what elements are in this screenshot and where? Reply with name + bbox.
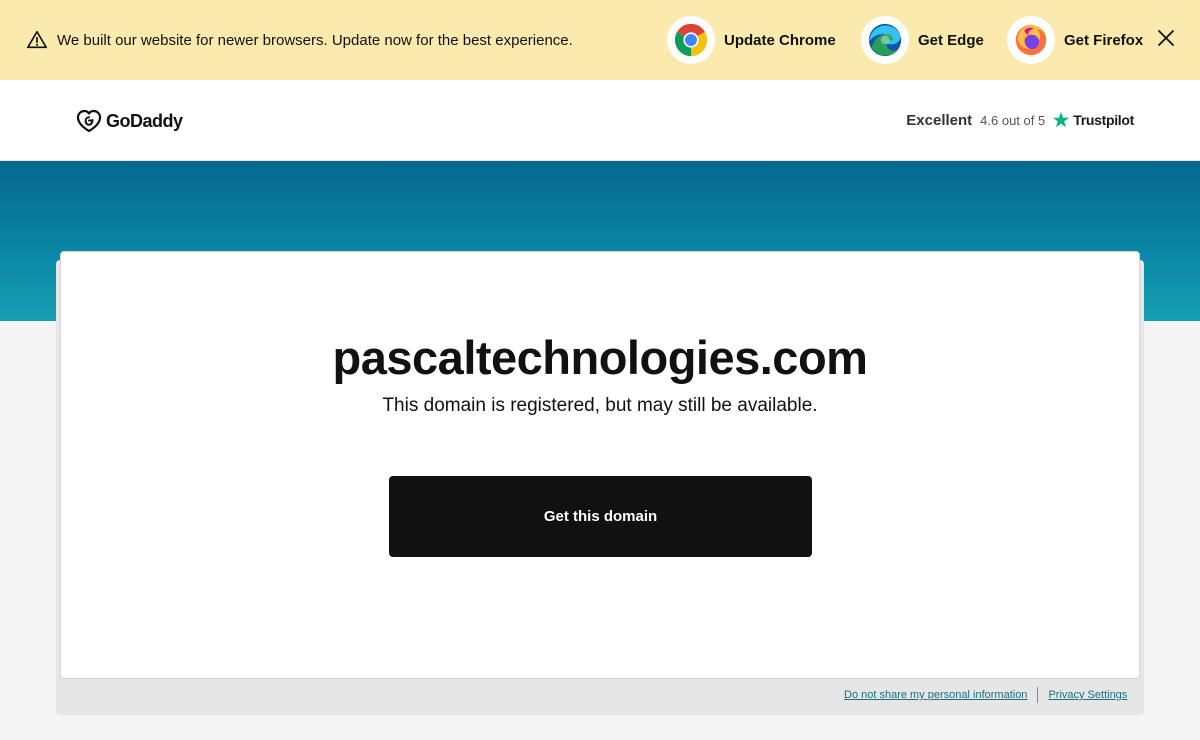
warning-icon <box>27 30 47 49</box>
domain-name: pascaltechnologies.com <box>332 331 868 384</box>
get-edge-button[interactable]: Get Edge <box>861 16 984 64</box>
do-not-share-link[interactable]: Do not share my personal information <box>844 689 1027 701</box>
get-firefox-label: Get Firefox <box>1064 31 1144 49</box>
get-firefox-button[interactable]: Get Firefox <box>1007 16 1143 64</box>
domain-status-text: This domain is registered, but may still… <box>382 395 818 416</box>
firefox-icon <box>1015 24 1047 56</box>
close-icon[interactable] <box>1155 27 1177 49</box>
godaddy-heart-icon <box>76 109 102 133</box>
get-this-domain-button[interactable]: Get this domain <box>389 476 812 557</box>
trustpilot-rating[interactable]: Excellent 4.6 out of 5 Trustpilot <box>906 111 1134 129</box>
update-chrome-button[interactable]: Update Chrome <box>667 16 836 64</box>
get-edge-label: Get Edge <box>918 31 984 49</box>
edge-icon <box>868 23 902 57</box>
rating-word: Excellent <box>906 111 973 129</box>
site-header: GoDaddy Excellent 4.6 out of 5 Trustpilo… <box>0 80 1200 161</box>
footer-links: Do not share my personal information Pri… <box>844 687 1127 703</box>
logo-text: GoDaddy <box>106 110 183 131</box>
godaddy-logo[interactable]: GoDaddy <box>76 108 183 134</box>
update-chrome-label: Update Chrome <box>724 31 836 49</box>
browser-update-banner: We built our website for newer browsers.… <box>0 0 1200 80</box>
rating-score: 4.6 out of 5 <box>980 112 1046 128</box>
banner-message: We built our website for newer browsers.… <box>57 32 573 49</box>
domain-card: pascaltechnologies.com This domain is re… <box>60 251 1140 679</box>
footer-divider <box>1037 687 1039 703</box>
chrome-icon <box>674 23 708 57</box>
trustpilot-star-icon <box>1053 111 1070 128</box>
privacy-settings-link[interactable]: Privacy Settings <box>1048 689 1127 701</box>
trustpilot-label: Trustpilot <box>1073 112 1134 128</box>
